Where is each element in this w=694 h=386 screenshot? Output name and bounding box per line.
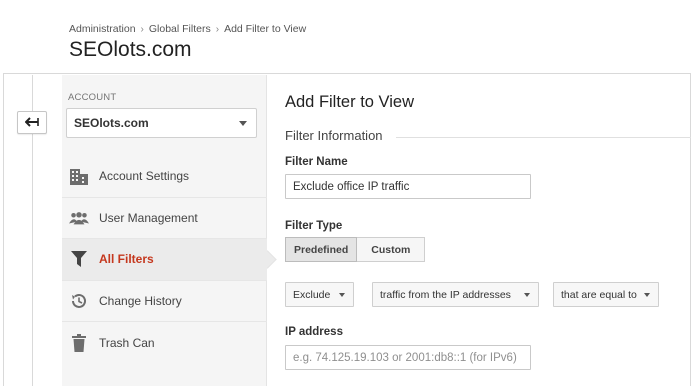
- sidebar-item-label: Change History: [99, 293, 182, 308]
- account-select-value: SEOlots.com: [74, 116, 149, 130]
- filter-icon: [69, 249, 89, 269]
- breadcrumb-administration[interactable]: Administration: [69, 23, 136, 35]
- ip-address-placeholder: e.g. 74.125.19.103 or 2001:db8::1 (for I…: [293, 351, 517, 364]
- breadcrumb-separator: ›: [140, 23, 144, 35]
- breadcrumb: Administration › Global Filters › Add Fi…: [69, 23, 306, 35]
- section-divider: [396, 137, 691, 138]
- sidebar-item-account-settings[interactable]: Account Settings: [62, 156, 267, 198]
- breadcrumb-separator: ›: [215, 23, 220, 35]
- filter-type-label: Filter Type: [285, 220, 343, 232]
- sidebar-item-all-filters[interactable]: All Filters: [62, 239, 267, 281]
- filter-type-custom-button[interactable]: Custom: [357, 237, 426, 262]
- sidebar-item-label: All Filters: [99, 252, 154, 267]
- filter-name-label: Filter Name: [285, 156, 348, 168]
- chevron-down-icon: [644, 293, 650, 297]
- building-icon: [69, 166, 89, 186]
- section-title: Filter Information: [285, 128, 383, 143]
- sidebar-item-label: User Management: [99, 210, 198, 225]
- chevron-down-icon: [524, 293, 530, 297]
- filter-action-dropdown[interactable]: Exclude: [285, 282, 354, 307]
- breadcrumb-current: Add Filter to View: [224, 23, 307, 35]
- filter-match-value: that are equal to: [561, 288, 637, 301]
- breadcrumb-global-filters[interactable]: Global Filters: [149, 23, 211, 35]
- filter-type-predefined-button[interactable]: Predefined: [285, 237, 358, 262]
- users-icon: [69, 208, 89, 228]
- filter-name-value: Exclude office IP traffic: [293, 180, 410, 193]
- account-select[interactable]: SEOlots.com: [66, 108, 257, 138]
- sidebar-item-change-history[interactable]: Change History: [62, 281, 267, 322]
- filter-source-value: traffic from the IP addresses: [380, 288, 511, 301]
- main-content: Add Filter to View Filter Information Fi…: [268, 75, 691, 386]
- account-label: ACCOUNT: [68, 92, 117, 103]
- filter-match-dropdown[interactable]: that are equal to: [553, 282, 659, 307]
- sidebar-item-user-management[interactable]: User Management: [62, 198, 267, 239]
- sidebar-item-label: Account Settings: [99, 169, 190, 184]
- history-icon: [69, 291, 89, 311]
- sidebar-item-label: Trash Can: [99, 335, 155, 350]
- site-title: SEOlots.com: [69, 38, 192, 61]
- filter-type-toggle: Predefined Custom: [285, 237, 426, 262]
- sidebar: ACCOUNT SEOlots.com Account Settings Use…: [62, 75, 267, 386]
- filter-source-dropdown[interactable]: traffic from the IP addresses: [372, 282, 539, 307]
- back-arrow-icon: [24, 114, 39, 132]
- filter-action-value: Exclude: [293, 288, 331, 301]
- ip-address-label: IP address: [285, 326, 343, 338]
- filter-name-input[interactable]: Exclude office IP traffic: [285, 174, 531, 199]
- back-button[interactable]: [17, 111, 47, 134]
- chevron-down-icon: [239, 121, 247, 126]
- page-header: Administration › Global Filters › Add Fi…: [3, 0, 691, 74]
- chevron-down-icon: [339, 293, 345, 297]
- page-title: Add Filter to View: [285, 93, 415, 111]
- sidebar-nav: Account Settings User Management All Fil…: [62, 156, 267, 364]
- ip-address-input[interactable]: e.g. 74.125.19.103 or 2001:db8::1 (for I…: [285, 345, 531, 370]
- sidebar-item-trash-can[interactable]: Trash Can: [62, 322, 267, 364]
- trash-icon: [69, 333, 89, 353]
